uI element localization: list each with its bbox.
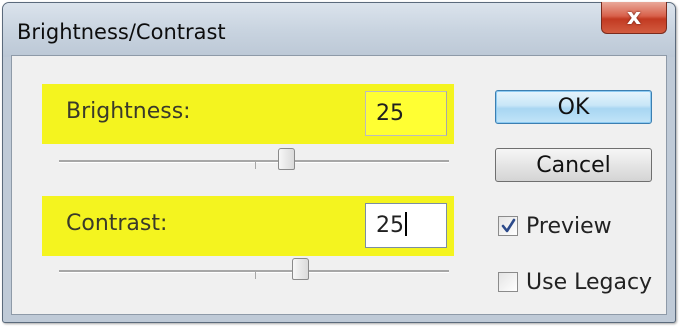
dialog-content: Brightness: 25 Contrast: 25 OK Cancel Pr…: [11, 55, 667, 315]
contrast-value: 25: [376, 213, 404, 238]
use-legacy-option[interactable]: Use Legacy: [498, 269, 652, 295]
brightness-contrast-dialog: Brightness/Contrast x Brightness: 25 Con…: [2, 2, 676, 323]
title-bar[interactable]: Brightness/Contrast x: [3, 2, 675, 57]
ok-button-label: OK: [557, 94, 590, 120]
brightness-slider-center-tick: [255, 162, 256, 169]
close-button[interactable]: x: [601, 2, 667, 34]
contrast-slider-thumb[interactable]: [292, 258, 309, 280]
cancel-button-label: Cancel: [536, 152, 611, 178]
contrast-slider-track[interactable]: [59, 270, 449, 279]
brightness-slider-thumb[interactable]: [278, 148, 295, 170]
use-legacy-label: Use Legacy: [526, 269, 653, 295]
preview-label: Preview: [526, 213, 612, 239]
contrast-label: Contrast:: [66, 211, 168, 236]
dialog-title: Brightness/Contrast: [17, 20, 226, 44]
contrast-slider-center-tick: [255, 272, 256, 279]
ok-button[interactable]: OK: [495, 90, 652, 124]
use-legacy-checkbox[interactable]: [498, 272, 518, 292]
brightness-value: 25: [376, 101, 404, 126]
contrast-group: Contrast: 25: [42, 196, 454, 256]
brightness-input[interactable]: 25: [365, 91, 447, 136]
checkmark-icon: [501, 218, 516, 233]
text-caret: [405, 212, 407, 236]
brightness-slider-track[interactable]: [59, 160, 449, 169]
brightness-label: Brightness:: [66, 99, 191, 124]
brightness-group: Brightness: 25: [42, 84, 454, 144]
contrast-input[interactable]: 25: [365, 203, 447, 248]
preview-checkbox[interactable]: [498, 216, 518, 236]
cancel-button[interactable]: Cancel: [495, 148, 652, 182]
close-icon: x: [626, 5, 642, 30]
preview-option[interactable]: Preview: [498, 213, 612, 239]
